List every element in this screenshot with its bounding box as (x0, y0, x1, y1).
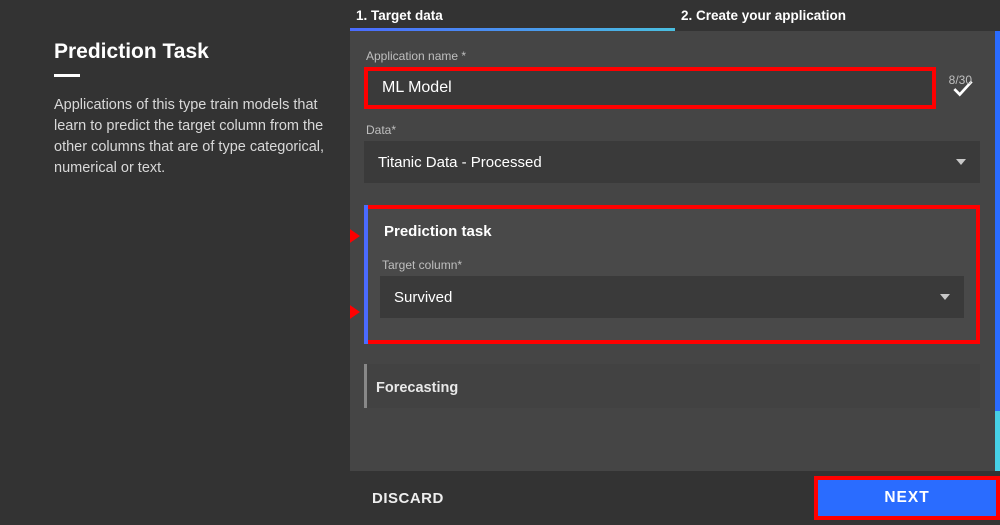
discard-button[interactable]: DISCARD (364, 480, 452, 517)
scroll-track (995, 31, 1000, 471)
title-underline (54, 74, 80, 77)
target-column-label: Target column* (382, 258, 964, 272)
annotation-arrow-1 (350, 225, 360, 247)
chevron-down-icon (956, 159, 966, 165)
target-column-value: Survived (394, 289, 452, 306)
prediction-task-card[interactable]: Prediction task Target column* Survived (364, 205, 980, 344)
target-column-select[interactable]: Survived (380, 276, 964, 318)
data-label: Data* (366, 123, 980, 137)
forecasting-card[interactable]: Forecasting (364, 364, 980, 408)
step1-label: 1. Target data (356, 8, 443, 23)
prediction-wrapper: Prediction task Target column* Survived (364, 205, 980, 344)
info-sidebar: Prediction Task Applications of this typ… (0, 0, 350, 525)
main-column: 1. Target data 2. Create your applicatio… (350, 0, 1000, 525)
app-root: Prediction Task Applications of this typ… (0, 0, 1000, 525)
annotation-arrow-2 (350, 301, 360, 323)
appname-input[interactable]: ML Model (364, 67, 936, 109)
panel-scrollbar[interactable] (991, 31, 1000, 471)
wizard-footer: DISCARD NEXT (350, 471, 1000, 525)
step-create-application[interactable]: 2. Create your application (675, 2, 1000, 28)
scroll-accent (995, 411, 1000, 471)
next-button[interactable]: NEXT (814, 476, 1000, 520)
data-value: Titanic Data - Processed (378, 154, 542, 171)
chevron-down-icon (940, 294, 950, 300)
appname-label: Application name * (366, 49, 980, 63)
step2-label: 2. Create your application (681, 8, 846, 23)
data-select[interactable]: Titanic Data - Processed (364, 141, 980, 183)
appname-counter: 8/30 (949, 73, 972, 87)
sidebar-title: Prediction Task (54, 40, 330, 64)
form-panel: Application name * 8/30 ML Model Data* T… (350, 31, 1000, 471)
sidebar-description: Applications of this type train models t… (54, 95, 330, 179)
forecasting-title: Forecasting (376, 380, 968, 396)
appname-row: ML Model (364, 67, 980, 109)
appname-value: ML Model (382, 79, 452, 97)
step-target-data[interactable]: 1. Target data (350, 2, 675, 28)
prediction-card-title: Prediction task (384, 223, 964, 240)
wizard-steps: 1. Target data 2. Create your applicatio… (350, 2, 1000, 28)
